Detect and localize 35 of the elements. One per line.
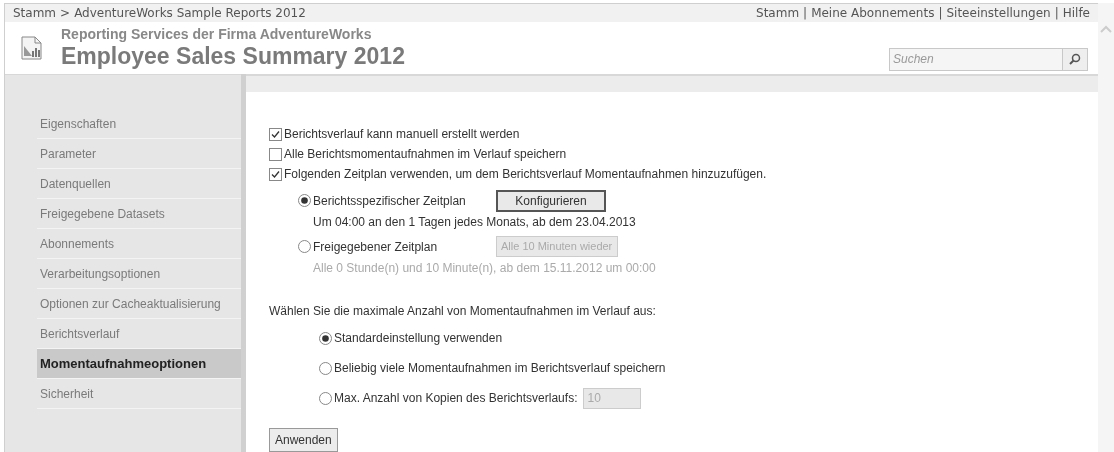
schedule-description: Alle 0 Stunde(n) und 10 Minute(n), ab dem 15.11.2012 um 00:00 — [312, 260, 657, 277]
top-link[interactable]: Hilfe — [1062, 4, 1090, 22]
checkbox-label: Alle Berichtsmomentaufnahmen im Verlauf speichern — [284, 146, 567, 163]
radio-button[interactable] — [319, 331, 332, 345]
checkbox[interactable] — [269, 127, 282, 141]
radio-button[interactable] — [298, 194, 311, 207]
checkbox[interactable] — [269, 167, 282, 181]
top-link[interactable]: Siteeinstellungen — [946, 4, 1051, 22]
radio-label: Standardeinstellung verwenden — [334, 330, 503, 347]
report-title: Employee Sales Summary 2012 — [61, 42, 405, 70]
link-separator: | — [1054, 5, 1059, 22]
link-separator: | — [803, 5, 808, 22]
link-separator: | — [938, 5, 943, 22]
search-button[interactable] — [1063, 47, 1088, 71]
configure-button[interactable]: Konfigurieren — [496, 189, 606, 212]
checkbox-label: Berichtsverlauf kann manuell erstellt werden — [284, 126, 520, 143]
schedule-description: Um 04:00 an den 1 Tagen jedes Monats, ab dem 23.04.2013 — [312, 214, 637, 231]
search-field[interactable]: Suchen — [889, 47, 1063, 71]
site-subtitle: Reporting Services der Firma AdventureWorks — [61, 26, 373, 42]
radio-label: Freigegebener Zeitplan — [313, 238, 439, 256]
apply-button[interactable]: Anwenden — [269, 428, 338, 452]
breadcrumb-link[interactable]: Stamm — [13, 4, 57, 22]
sidebar-item[interactable]: Momentaufnahmeoptionen — [37, 349, 241, 379]
checkbox[interactable] — [269, 147, 282, 161]
breadcrumb-link[interactable]: AdventureWorks Sample Reports 2012 — [74, 4, 306, 22]
section-label: Wählen Sie die maximale Anzahl von Momentaufnahmen im Verlauf aus: — [269, 303, 657, 320]
radio-label: Beliebig viele Momentaufnahmen im Berichtsverlauf speichern — [334, 360, 666, 377]
top-link[interactable]: Stamm — [756, 4, 800, 22]
search-icon — [1069, 53, 1081, 65]
checkbox-label: Folgenden Zeitplan verwenden, um dem Berichtsverlauf Momentaufnahmen hinzuzufügen. — [284, 166, 767, 183]
top-link[interactable]: Meine Abonnements — [811, 4, 935, 22]
radio-label: Berichtsspezifischer Zeitplan — [313, 192, 467, 210]
radio-label: Max. Anzahl von Kopien des Berichtsverlaufs: — [334, 390, 578, 407]
breadcrumb-separator: > — [60, 5, 71, 22]
radio-button[interactable] — [319, 361, 332, 375]
